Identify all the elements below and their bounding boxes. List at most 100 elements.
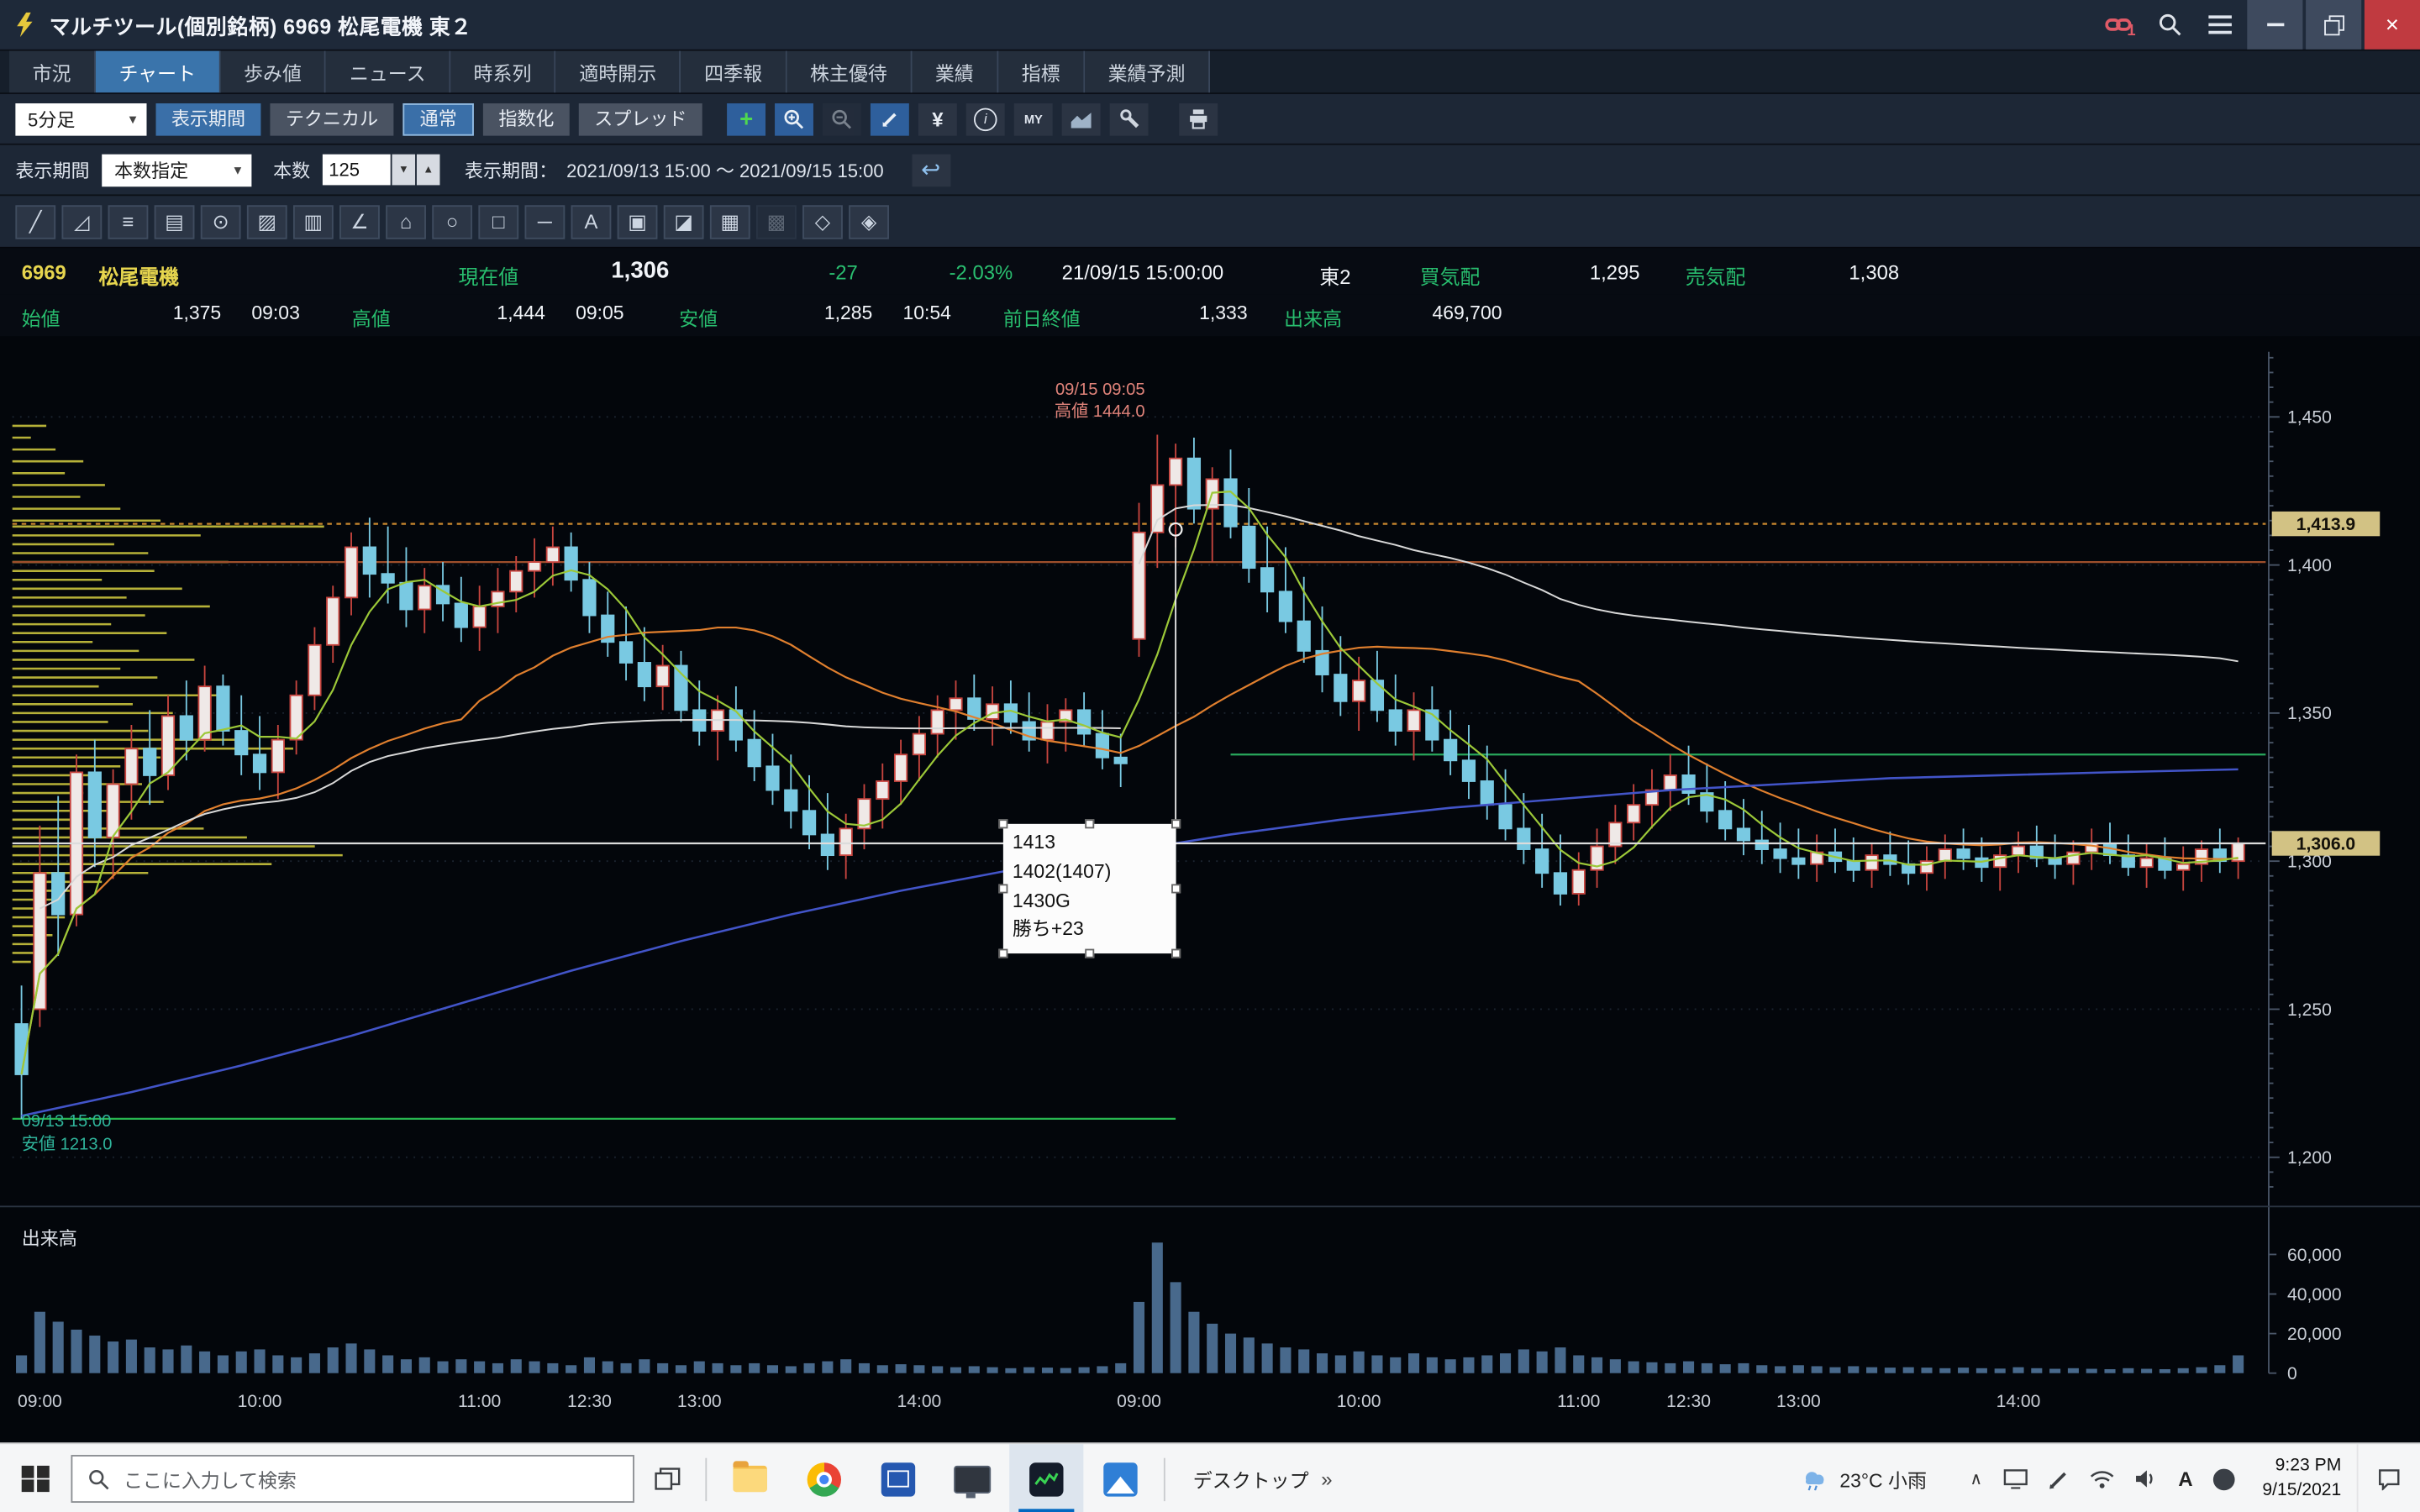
vertical-lines-tool[interactable]: ▥ xyxy=(293,204,334,238)
channel-tool[interactable]: ▨ xyxy=(247,204,287,238)
settings-wrench-icon[interactable] xyxy=(1110,102,1149,135)
copy-object-tool[interactable]: ▦ xyxy=(710,204,750,238)
file-explorer-taskbar-button[interactable] xyxy=(713,1444,787,1512)
taskbar-search[interactable]: ここに入力して検索 xyxy=(71,1455,634,1503)
tab-業績[interactable]: 業績 xyxy=(912,51,998,93)
action-center-button[interactable] xyxy=(2357,1444,2420,1512)
taskbar-clock[interactable]: 9:23 PM 9/15/2021 xyxy=(2262,1455,2341,1503)
chart-app-taskbar-button[interactable] xyxy=(1009,1444,1083,1512)
close-button[interactable]: × xyxy=(2365,0,2420,50)
annotation-resize-handle[interactable] xyxy=(998,949,1007,958)
range-mode-select[interactable]: 本数指定▼ xyxy=(102,154,251,186)
my-chart-button[interactable]: MY xyxy=(1014,102,1053,135)
interval-select[interactable]: 5分足▼ xyxy=(15,102,146,135)
annotation-pen-tool[interactable]: ◪ xyxy=(664,204,704,238)
wifi-icon[interactable] xyxy=(2091,1469,2115,1488)
volume-label: 出来高 xyxy=(1284,302,1342,332)
annotation-resize-handle[interactable] xyxy=(1171,949,1181,958)
search-icon xyxy=(88,1468,110,1490)
tab-ニュース[interactable]: ニュース xyxy=(326,51,450,93)
svg-text:13:00: 13:00 xyxy=(1776,1392,1821,1411)
open-price: 1,375 xyxy=(173,302,221,324)
tab-指標[interactable]: 指標 xyxy=(998,51,1085,93)
menu-icon[interactable] xyxy=(2195,0,2244,50)
now-label: 現在値 xyxy=(459,260,519,290)
gann-fan-tool[interactable]: ⊙ xyxy=(201,204,241,238)
icon-stamp-tool[interactable]: ▣ xyxy=(618,204,658,238)
bar-count-input[interactable] xyxy=(323,155,391,186)
chart-type-button[interactable] xyxy=(1062,102,1101,135)
photos-app-taskbar-button[interactable] xyxy=(1083,1444,1157,1512)
fibonacci-retracement-tool[interactable]: ▤ xyxy=(155,204,195,238)
toolbar-button-テクニカル[interactable]: テクニカル xyxy=(270,102,393,135)
count-down-spinner[interactable]: ▼ xyxy=(392,155,416,186)
tab-歩み値[interactable]: 歩み値 xyxy=(220,51,326,93)
svg-text:高値 1444.0: 高値 1444.0 xyxy=(1055,402,1145,421)
undo-button[interactable]: ↩ xyxy=(912,154,950,186)
chrome-taskbar-button[interactable] xyxy=(787,1444,861,1512)
polygon-tool[interactable]: ⌂ xyxy=(386,204,426,238)
angle-line-tool[interactable]: ∠ xyxy=(339,204,380,238)
draw-pen-button[interactable] xyxy=(871,102,909,135)
search-icon[interactable] xyxy=(2145,0,2195,50)
toolbar-button-表示期間[interactable]: 表示期間 xyxy=(156,102,261,135)
annotation-resize-handle[interactable] xyxy=(1171,819,1181,828)
tab-四季報[interactable]: 四季報 xyxy=(681,51,787,93)
chart-area[interactable]: 1,4501,4001,3501,3001,2501,2001,413.91,3… xyxy=(0,336,2420,1448)
svg-text:10:00: 10:00 xyxy=(238,1392,282,1411)
rectangle-tool[interactable]: □ xyxy=(478,204,518,238)
link-icon[interactable]: 1 xyxy=(2096,0,2145,50)
annotation-resize-handle[interactable] xyxy=(1171,884,1181,893)
quiet-hours-icon[interactable] xyxy=(2213,1468,2235,1490)
mail-app-taskbar-button[interactable] xyxy=(861,1444,935,1512)
count-up-spinner[interactable]: ▲ xyxy=(417,155,440,186)
quote-row-primary: 6969 松尾電機 現在値 1,306 -27 -2.03% 21/09/15 … xyxy=(0,249,2420,295)
horizontal-lines-tool[interactable]: ≡ xyxy=(108,204,149,238)
annotation-resize-handle[interactable] xyxy=(998,819,1007,828)
tab-業績予測[interactable]: 業績予測 xyxy=(1085,51,1210,93)
ime-indicator[interactable]: A xyxy=(2178,1467,2192,1491)
tab-チャート[interactable]: チャート xyxy=(96,51,221,93)
clear-all-tool[interactable]: ◈ xyxy=(849,204,889,238)
print-button[interactable] xyxy=(1179,102,1218,135)
eraser-tool[interactable]: ◇ xyxy=(802,204,843,238)
toolbar-button-通常[interactable]: 通常 xyxy=(402,102,474,135)
display-icon[interactable] xyxy=(2004,1469,2028,1489)
tab-株主優待[interactable]: 株主優待 xyxy=(786,51,912,93)
yen-axis-button[interactable]: ¥ xyxy=(918,102,957,135)
minimize-button[interactable] xyxy=(2247,0,2302,50)
annotation-resize-handle[interactable] xyxy=(1085,949,1094,958)
annotation-resize-handle[interactable] xyxy=(1085,819,1094,828)
zoom-out-button[interactable] xyxy=(823,102,861,135)
tab-時系列[interactable]: 時系列 xyxy=(450,51,556,93)
tab-適時開示[interactable]: 適時開示 xyxy=(556,51,681,93)
chevron-icon: » xyxy=(1321,1467,1332,1491)
trend-line-tool[interactable]: ╱ xyxy=(15,204,55,238)
remote-desktop-taskbar-button[interactable] xyxy=(935,1444,1009,1512)
text-tool[interactable]: A xyxy=(571,204,612,238)
system-tray: A xyxy=(2004,1467,2234,1491)
hidden-icons-button[interactable]: ∧ xyxy=(1970,1469,1982,1489)
toolbar-button-指数化[interactable]: 指数化 xyxy=(483,102,570,135)
trade-note-annotation[interactable]: 14131402(1407)1430G勝ち+23 xyxy=(1003,824,1176,953)
volume-icon[interactable] xyxy=(2135,1469,2159,1489)
toolbar-button-スプレッド[interactable]: スプレッド xyxy=(579,102,702,135)
price-change-percent: -2.03% xyxy=(950,260,1013,284)
price-chart[interactable]: 1,4501,4001,3501,3001,2501,2001,413.91,3… xyxy=(0,336,2420,1448)
weather-widget[interactable]: 23°C 小雨 xyxy=(1801,1464,1927,1494)
task-view-button[interactable] xyxy=(634,1444,699,1512)
zoom-in-button[interactable] xyxy=(775,102,813,135)
note-line: 勝ち+23 xyxy=(1013,916,1167,944)
start-button[interactable] xyxy=(0,1444,71,1512)
annotation-resize-handle[interactable] xyxy=(998,884,1007,893)
maximize-button[interactable] xyxy=(2306,0,2361,50)
horizontal-segment-tool[interactable]: ─ xyxy=(524,204,565,238)
svg-text:09/15 09:05: 09/15 09:05 xyxy=(1055,381,1145,399)
ellipse-tool[interactable]: ○ xyxy=(432,204,472,238)
pen-icon[interactable] xyxy=(2049,1468,2070,1490)
desktop-toolbar[interactable]: デスクトップ » xyxy=(1193,1464,1333,1494)
info-button[interactable]: i xyxy=(966,102,1005,135)
add-chart-button[interactable]: + xyxy=(727,102,765,135)
ruler-line-tool[interactable]: ◿ xyxy=(61,204,102,238)
tab-市況[interactable]: 市況 xyxy=(9,51,96,93)
